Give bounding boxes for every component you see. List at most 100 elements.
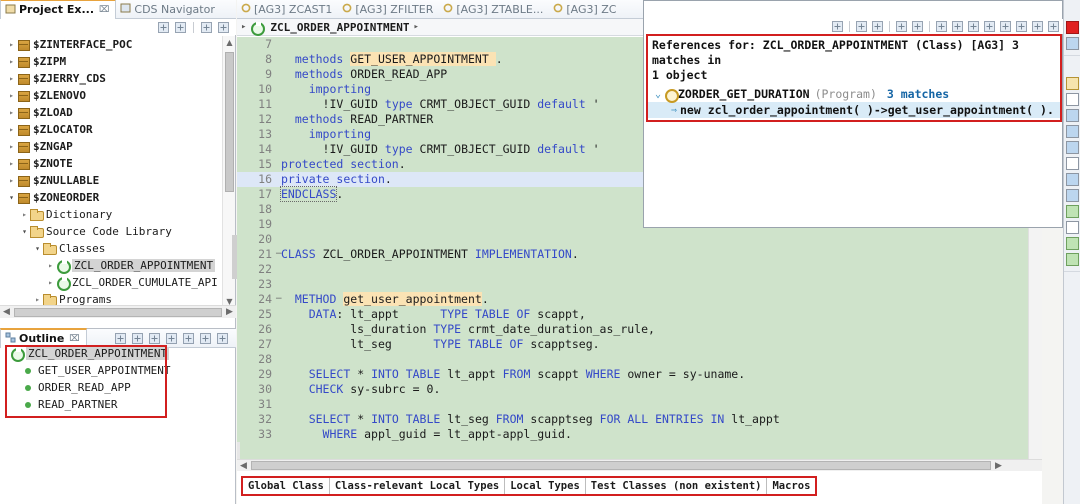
- next-match-icon[interactable]: [871, 20, 884, 33]
- project-tree-row-4[interactable]: ▸ $ZLOAD: [0, 104, 222, 121]
- fast-view-icon[interactable]: [1066, 61, 1079, 74]
- expand-all-icon[interactable]: [895, 20, 908, 33]
- search-view-icon[interactable]: [1065, 205, 1079, 218]
- project-tree-row-10[interactable]: ▸ Dictionary: [0, 206, 222, 223]
- project-tree-row-6[interactable]: ▸ $ZNGAP: [0, 138, 222, 155]
- debug-perspective-icon[interactable]: [1065, 37, 1079, 50]
- project-tree-label-14[interactable]: ZCL_ORDER_CUMULATE_API: [72, 276, 218, 289]
- project-tree-row-3[interactable]: ▸ $ZLENOVO: [0, 87, 222, 104]
- target-view-icon[interactable]: [1065, 189, 1079, 202]
- project-tree-label-6[interactable]: $ZNGAP: [33, 140, 73, 153]
- package-view-icon[interactable]: [1065, 237, 1079, 250]
- problems-view-icon[interactable]: [1065, 77, 1079, 90]
- references-result-name[interactable]: ZORDER_GET_DURATION: [678, 87, 810, 101]
- pin-icon[interactable]: [935, 20, 948, 33]
- code-text-16[interactable]: private section.: [281, 172, 392, 187]
- project-tree-row-8[interactable]: ▸ $ZNULLABLE: [0, 172, 222, 189]
- project-tree-label-10[interactable]: Dictionary: [46, 208, 112, 221]
- project-tree-label-9[interactable]: $ZONEORDER: [33, 191, 99, 204]
- code-text-32[interactable]: SELECT * INTO TABLE lt_seg FROM scapptse…: [281, 412, 780, 427]
- code-text-30[interactable]: CHECK sy-subrc = 0.: [281, 382, 441, 397]
- close-icon[interactable]: ⌧: [69, 334, 79, 344]
- code-text-14[interactable]: !IV_GUID type CRMT_OBJECT_GUID default ': [281, 142, 600, 157]
- hscroll-thumb[interactable]: [14, 307, 222, 317]
- chevron-down-icon[interactable]: ▾: [32, 244, 43, 253]
- scroll-right-arrow-icon[interactable]: ▶: [223, 307, 236, 317]
- maximize-icon[interactable]: [216, 332, 229, 345]
- view-menu-icon[interactable]: [1047, 20, 1060, 33]
- code-text-15[interactable]: protected section.: [281, 157, 406, 172]
- chevron-right-icon[interactable]: ▸: [6, 74, 17, 83]
- link-with-editor-icon[interactable]: [174, 21, 187, 34]
- templates-view-icon[interactable]: [1065, 109, 1079, 122]
- minimize-icon[interactable]: [199, 332, 212, 345]
- atc-view-icon[interactable]: [1065, 253, 1079, 266]
- scroll-up-arrow-icon[interactable]: ▲: [223, 36, 236, 49]
- chevron-down-icon[interactable]: ⌄: [652, 89, 664, 100]
- code-text-11[interactable]: !IV_GUID type CRMT_OBJECT_GUID default ': [281, 97, 600, 112]
- source-tab-4[interactable]: Macros: [767, 478, 815, 494]
- chevron-right-icon[interactable]: ▸: [32, 295, 43, 304]
- chevron-right-icon[interactable]: ▸: [6, 159, 17, 168]
- history-icon[interactable]: [983, 20, 996, 33]
- chevron-right-icon[interactable]: ▸: [6, 176, 17, 185]
- project-tree-label-7[interactable]: $ZNOTE: [33, 157, 73, 170]
- source-tab-0[interactable]: Global Class: [243, 478, 330, 494]
- hide-static-icon[interactable]: [165, 332, 178, 345]
- properties-view-icon[interactable]: [1065, 93, 1079, 106]
- editor-tab-3[interactable]: [AG3] ZC: [549, 0, 622, 19]
- debug-view-icon[interactable]: [1065, 221, 1079, 234]
- chevron-right-icon[interactable]: ▸: [6, 108, 17, 117]
- code-line-22[interactable]: [237, 262, 1042, 277]
- project-tree-label-0[interactable]: $ZINTERFACE_POC: [33, 38, 132, 51]
- project-tree-row-14[interactable]: ▸ ZCL_ORDER_CUMULATE_API: [0, 274, 222, 291]
- code-text-10[interactable]: importing: [281, 82, 371, 97]
- feed-view-icon[interactable]: [1065, 173, 1079, 186]
- project-tree-label-11[interactable]: Source Code Library: [46, 225, 172, 238]
- project-tree-row-0[interactable]: ▸ $ZINTERFACE_POC: [0, 36, 222, 53]
- tasks-view-icon[interactable]: [1065, 141, 1079, 154]
- project-tree-label-8[interactable]: $ZNULLABLE: [33, 174, 99, 187]
- chevron-right-icon[interactable]: ▸: [6, 57, 17, 66]
- project-tree[interactable]: ▸ $ZINTERFACE_POC ▸ $ZIPM ▸ $ZJERRY_CDS ▸ $ZLEN…: [0, 36, 222, 308]
- chevron-right-icon[interactable]: ▸: [6, 125, 17, 134]
- code-text-25[interactable]: DATA: lt_appt TYPE TABLE OF scappt,: [281, 307, 586, 322]
- project-tree-label-4[interactable]: $ZLOAD: [33, 106, 73, 119]
- project-tab-1[interactable]: CDS Navigator: [116, 0, 220, 19]
- chevron-right-icon[interactable]: ▸: [6, 142, 17, 151]
- code-text-9[interactable]: methods ORDER_READ_APP: [281, 67, 447, 82]
- code-text-17[interactable]: ENDCLASS.: [279, 186, 343, 202]
- project-tree-label-13[interactable]: ZCL_ORDER_APPOINTMENT: [72, 259, 216, 272]
- references-match-row[interactable]: ⇒ new zcl_order_appointment( )->get_user…: [648, 102, 1060, 118]
- project-tab-0[interactable]: Project Ex... ⌧: [0, 0, 117, 19]
- project-tree-row-7[interactable]: ▸ $ZNOTE: [0, 155, 222, 172]
- project-tree-label-2[interactable]: $ZJERRY_CDS: [33, 72, 106, 85]
- project-tree-row-13[interactable]: ▸ ZCL_ORDER_APPOINTMENT: [0, 257, 222, 274]
- code-text-8[interactable]: methods GET_USER_APPOINTMENT .: [281, 52, 503, 67]
- project-tree-horizontal-scrollbar[interactable]: ◀ ▶: [0, 305, 236, 318]
- scroll-thumb[interactable]: [225, 52, 234, 192]
- previous-match-icon[interactable]: [855, 20, 868, 33]
- restore-icon[interactable]: [1066, 5, 1079, 18]
- code-text-33[interactable]: WHERE appl_guid = lt_appt-appl_guid.: [281, 427, 572, 442]
- code-text-24[interactable]: METHOD get_user_appointment.: [281, 292, 489, 307]
- project-tree-label-12[interactable]: Classes: [59, 242, 105, 255]
- code-text-12[interactable]: methods READ_PARTNER: [281, 112, 434, 127]
- editor-hscroll-thumb[interactable]: [251, 461, 991, 470]
- project-tree-row-9[interactable]: ▾ $ZONEORDER: [0, 189, 222, 206]
- code-line-28[interactable]: [237, 352, 1042, 367]
- show-next-match-icon[interactable]: [831, 20, 844, 33]
- chevron-right-icon[interactable]: ▸: [19, 210, 30, 219]
- dropdown-icon[interactable]: [999, 20, 1012, 33]
- chevron-right-icon[interactable]: ▸: [45, 261, 56, 270]
- project-tree-row-1[interactable]: ▸ $ZIPM: [0, 53, 222, 70]
- code-text-29[interactable]: SELECT * INTO TABLE lt_appt FROM scappt …: [281, 367, 745, 382]
- references-match-text[interactable]: new zcl_order_appointment( )->get_user_a…: [680, 103, 1054, 117]
- link-icon[interactable]: [1015, 20, 1028, 33]
- filter-icon[interactable]: [114, 332, 127, 345]
- code-line-31[interactable]: [237, 397, 1042, 412]
- project-tree-label-5[interactable]: $ZLOCATOR: [33, 123, 93, 136]
- hide-fields-icon[interactable]: [148, 332, 161, 345]
- chevron-down-icon[interactable]: ▾: [6, 193, 17, 202]
- editor-scroll-right-icon[interactable]: ▶: [992, 461, 1005, 471]
